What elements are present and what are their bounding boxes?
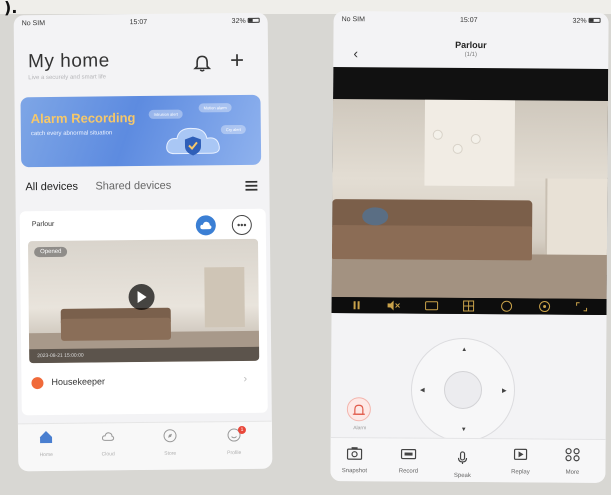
battery-icon — [588, 17, 601, 24]
clock: 15:07 — [459, 16, 478, 24]
arrow-right-icon[interactable]: ▶ — [502, 387, 507, 394]
more-options-button[interactable]: ••• — [231, 214, 252, 236]
camera-icon — [346, 447, 363, 460]
more-button[interactable]: More — [548, 448, 596, 476]
page-counter: (1/1) — [464, 51, 478, 59]
battery-indicator: 32% — [573, 17, 601, 24]
alarm-button[interactable] — [346, 397, 371, 422]
status-badge: Opened — [34, 246, 68, 258]
settings-icon[interactable] — [537, 300, 551, 313]
mute-icon[interactable] — [387, 299, 401, 311]
play-button[interactable] — [128, 283, 155, 311]
snapshot-button[interactable]: Snapshot — [330, 446, 378, 474]
bottom-navigation: Home Cloud Store 1 Profile — [17, 420, 273, 472]
tab-all-devices[interactable]: All devices — [25, 181, 78, 194]
menu-icon[interactable] — [245, 180, 258, 191]
pause-icon[interactable] — [349, 299, 363, 311]
arrow-down-icon[interactable]: ▼ — [461, 427, 467, 433]
play-icon — [137, 291, 147, 304]
ptz-direction-pad[interactable]: ▲ ▼ ◀ ▶ — [410, 337, 516, 443]
carrier-label: No SIM — [21, 19, 46, 27]
alarm-label: Alarm — [353, 425, 367, 432]
ptz-center[interactable] — [443, 370, 483, 410]
home-icon — [40, 431, 53, 444]
compass-icon — [163, 429, 177, 443]
thumbnail-timestamp: 2023-08-21 15:00:00 — [29, 346, 260, 364]
chevron-right-icon[interactable]: › — [243, 373, 247, 385]
microphone-icon — [457, 451, 468, 464]
clock: 15:07 — [129, 18, 148, 26]
carrier-label: No SIM — [341, 15, 365, 23]
record-button[interactable]: Record — [384, 446, 432, 475]
notification-badge: 1 — [237, 425, 247, 435]
replay-icon — [513, 448, 528, 460]
alarm-banner[interactable]: Alarm Recording catch every abnormal sit… — [20, 94, 262, 168]
battery-indicator: 32% — [232, 17, 260, 25]
housekeeper-label[interactable]: Housekeeper — [51, 376, 105, 387]
cloud-storage-button[interactable] — [195, 215, 216, 236]
status-bar: No SIM 15:07 32% — [14, 13, 268, 32]
cloud-shield-illustration — [166, 127, 220, 156]
live-video[interactable] — [331, 67, 609, 315]
video-controls — [331, 297, 607, 315]
banner-title: Alarm Recording — [30, 110, 136, 127]
page-title: My home — [27, 50, 110, 73]
nav-store[interactable]: Store — [150, 429, 190, 457]
device-name: Parlour — [31, 220, 55, 229]
page-subtitle: Live a securely and smart life — [28, 74, 107, 82]
nav-home[interactable]: Home — [26, 430, 66, 458]
bottom-toolbar: Snapshot Record Speak Replay More — [330, 437, 606, 483]
speak-button[interactable]: Speak — [438, 451, 486, 479]
siren-icon — [352, 404, 365, 415]
camera-thumbnail[interactable]: Opened 2023-08-21 15:00:00 — [27, 238, 260, 364]
device-tabs: All devices Shared devices — [25, 179, 258, 197]
page-title: Parlour — [455, 39, 487, 51]
fullscreen-icon[interactable] — [575, 301, 589, 313]
arrow-left-icon[interactable]: ◀ — [420, 387, 425, 394]
cloud-icon — [101, 432, 115, 441]
housekeeper-icon — [31, 377, 44, 390]
grid-icon — [565, 448, 580, 462]
home-screen: No SIM 15:07 32% My home Live a securely… — [13, 12, 273, 472]
header: ‹ Parlour (1/1) — [333, 27, 608, 71]
banner-subtitle: catch every abnormal situation — [30, 130, 113, 138]
cloud-icon — [200, 221, 212, 230]
live-view-screen: No SIM 15:07 32% ‹ Parlour (1/1) Alarm ▲… — [330, 11, 609, 483]
nav-profile[interactable]: 1 Profile — [214, 425, 254, 456]
banner-pill: Motion alarm — [198, 103, 232, 113]
sd-icon[interactable] — [424, 300, 439, 312]
add-device-button[interactable]: + — [230, 47, 244, 74]
camera-feed — [331, 99, 609, 299]
arrow-up-icon[interactable]: ▲ — [461, 347, 467, 353]
split-icon[interactable] — [462, 300, 476, 312]
device-card[interactable]: Parlour ••• Opened 2023-08-21 15:00:00 H… — [19, 208, 268, 416]
battery-icon — [247, 17, 260, 24]
video-icon — [400, 448, 417, 460]
banner-pill: Intrusion alert — [148, 109, 183, 119]
status-bar: No SIM 15:07 32% — [334, 11, 609, 29]
replay-button[interactable]: Replay — [496, 447, 544, 475]
nav-cloud[interactable]: Cloud — [88, 429, 128, 457]
tab-shared-devices[interactable]: Shared devices — [95, 180, 171, 193]
bell-icon[interactable] — [192, 53, 212, 73]
timer-icon[interactable] — [500, 300, 514, 312]
